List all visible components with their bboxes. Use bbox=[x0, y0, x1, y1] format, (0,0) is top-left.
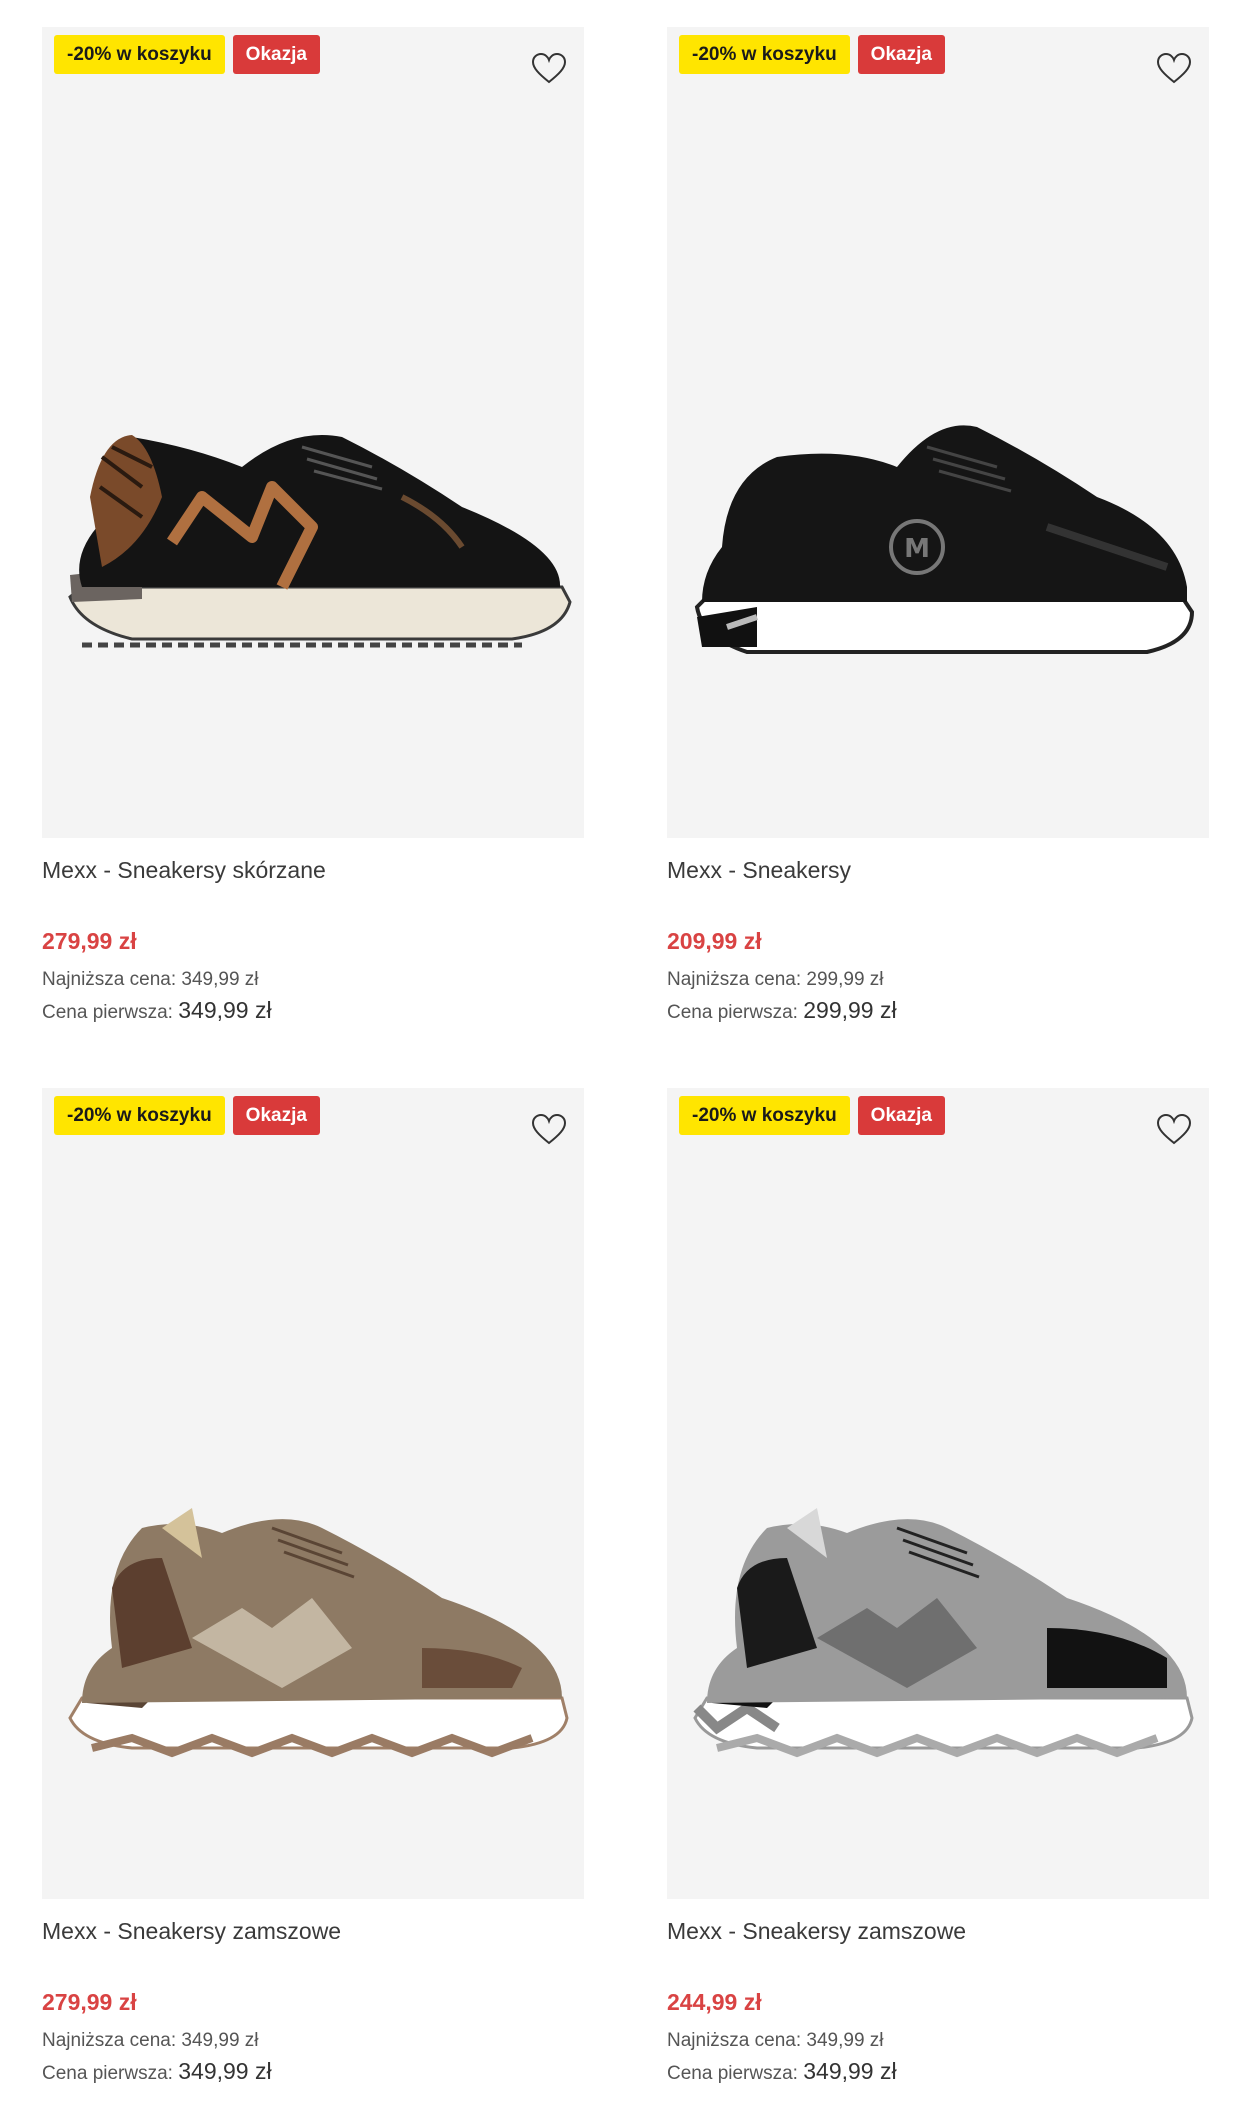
first-price-value: 349,99 zł bbox=[803, 2058, 897, 2084]
first-price-label: Cena pierwsza: bbox=[667, 2063, 798, 2084]
first-price-label: Cena pierwsza: bbox=[42, 2063, 173, 2084]
svg-text:M: M bbox=[904, 534, 930, 564]
first-price-value: 349,99 zł bbox=[178, 2058, 272, 2084]
product-card[interactable]: M -20% w koszyku Okazja Mexx - Sneakersy… bbox=[667, 27, 1209, 1057]
lowest-price-value: 349,99 zł bbox=[181, 2030, 259, 2051]
deal-badge: Okazja bbox=[232, 35, 320, 74]
product-title[interactable]: Mexx - Sneakersy bbox=[667, 857, 851, 884]
product-price: 209,99 zł bbox=[667, 928, 762, 954]
first-price-value: 349,99 zł bbox=[178, 997, 272, 1023]
deal-badge: Okazja bbox=[857, 1096, 945, 1135]
first-price-value: 299,99 zł bbox=[803, 997, 897, 1023]
first-price-row: Cena pierwsza: 299,99 zł bbox=[667, 997, 897, 1024]
heart-outline-icon[interactable] bbox=[1151, 1106, 1197, 1152]
promo-badge: -20% w koszyku bbox=[54, 1096, 225, 1135]
product-title[interactable]: Mexx - Sneakersy zamszowe bbox=[42, 1918, 341, 1945]
lowest-price-value: 349,99 zł bbox=[806, 2030, 884, 2051]
sneaker-image-taupe bbox=[68, 1508, 569, 1758]
first-price-row: Cena pierwsza: 349,99 zł bbox=[667, 2058, 897, 2085]
product-price: 279,99 zł bbox=[42, 928, 137, 954]
first-price-row: Cena pierwsza: 349,99 zł bbox=[42, 997, 272, 1024]
promo-badge: -20% w koszyku bbox=[54, 35, 225, 74]
first-price-label: Cena pierwsza: bbox=[42, 1002, 173, 1023]
product-price: 279,99 zł bbox=[42, 1989, 137, 2015]
lowest-price-value: 349,99 zł bbox=[181, 969, 259, 990]
heart-outline-icon[interactable] bbox=[526, 45, 572, 91]
sneaker-image-grey-black bbox=[693, 1508, 1194, 1758]
product-image[interactable]: M -20% w koszyku Okazja bbox=[667, 27, 1209, 838]
lowest-price-label: Najniższa cena: bbox=[42, 969, 177, 990]
first-price-row: Cena pierwsza: 349,99 zł bbox=[42, 2058, 272, 2085]
lowest-price-value: 299,99 zł bbox=[806, 969, 884, 990]
deal-badge: Okazja bbox=[232, 1096, 320, 1135]
lowest-price-label: Najniższa cena: bbox=[667, 2030, 802, 2051]
first-price-label: Cena pierwsza: bbox=[667, 1002, 798, 1023]
product-image[interactable]: -20% w koszyku Okazja bbox=[42, 27, 584, 838]
product-title[interactable]: Mexx - Sneakersy zamszowe bbox=[667, 1918, 966, 1945]
sneaker-image-black-bronze bbox=[68, 435, 572, 648]
lowest-price-label: Najniższa cena: bbox=[42, 2030, 177, 2051]
promo-badge: -20% w koszyku bbox=[679, 35, 850, 74]
lowest-price-row: Najniższa cena: 299,99 zł bbox=[667, 969, 884, 991]
product-title[interactable]: Mexx - Sneakersy skórzane bbox=[42, 857, 326, 884]
deal-badge: Okazja bbox=[857, 35, 945, 74]
lowest-price-label: Najniższa cena: bbox=[667, 969, 802, 990]
lowest-price-row: Najniższa cena: 349,99 zł bbox=[42, 969, 259, 991]
product-card[interactable]: -20% w koszyku Okazja Mexx - Sneakersy s… bbox=[42, 27, 584, 1057]
product-card[interactable]: -20% w koszyku Okazja Mexx - Sneakersy z… bbox=[667, 1088, 1209, 2118]
product-image[interactable]: -20% w koszyku Okazja bbox=[667, 1088, 1209, 1899]
product-image[interactable]: -20% w koszyku Okazja bbox=[42, 1088, 584, 1899]
product-card[interactable]: -20% w koszyku Okazja Mexx - Sneakersy z… bbox=[42, 1088, 584, 2118]
product-price: 244,99 zł bbox=[667, 1989, 762, 2015]
promo-badge: -20% w koszyku bbox=[679, 1096, 850, 1135]
heart-outline-icon[interactable] bbox=[1151, 45, 1197, 91]
heart-outline-icon[interactable] bbox=[526, 1106, 572, 1152]
lowest-price-row: Najniższa cena: 349,99 zł bbox=[42, 2030, 259, 2052]
lowest-price-row: Najniższa cena: 349,99 zł bbox=[667, 2030, 884, 2052]
sneaker-image-black: M bbox=[694, 425, 1195, 654]
